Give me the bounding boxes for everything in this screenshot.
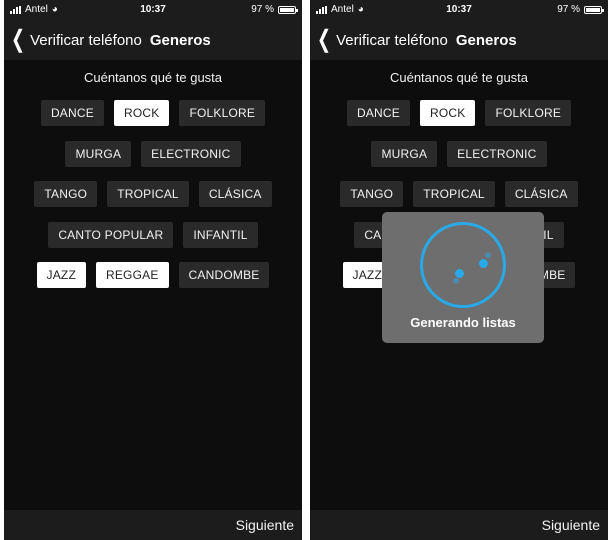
genre-chip-dance[interactable]: DANCE xyxy=(40,100,104,126)
genre-chip-clasica[interactable]: CLÁSICA xyxy=(198,181,272,207)
page-title: Generos xyxy=(149,31,211,49)
genre-chip-folklore[interactable]: FOLKLORE xyxy=(179,100,266,126)
navigation-bar: ❮ Verificar teléfono Generos xyxy=(4,20,302,60)
genre-chip-clasica[interactable]: CLÁSICA xyxy=(504,181,578,207)
genre-chip-murga[interactable]: MURGA xyxy=(371,141,438,167)
genre-chip-tango[interactable]: TANGO xyxy=(340,181,404,207)
chevron-left-icon: ❮ xyxy=(11,26,26,53)
status-bar: Antel ◕ 10:37 97 % xyxy=(310,0,608,20)
loading-label: Generando listas xyxy=(410,315,516,330)
genre-chip-folklore[interactable]: FOLKLORE xyxy=(485,100,572,126)
genre-chip-tropical[interactable]: TROPICAL xyxy=(107,181,189,207)
back-label: Verificar teléfono xyxy=(336,31,448,49)
genre-chip-candombe[interactable]: CANDOMBE xyxy=(178,262,270,288)
prompt-text: Cuéntanos qué te gusta xyxy=(83,70,223,85)
next-button[interactable]: Siguiente xyxy=(4,510,302,540)
spinner-icon xyxy=(420,222,506,308)
genre-chip-rock[interactable]: ROCK xyxy=(419,100,476,126)
genre-screen-loading: Antel ◕ 10:37 97 % ❮ Verificar teléfono … xyxy=(310,0,608,540)
battery-percent: 97 % xyxy=(557,4,580,15)
chevron-left-icon: ❮ xyxy=(317,26,332,53)
genre-chip-jazz[interactable]: JAZZ xyxy=(36,262,86,288)
genre-chip-tango[interactable]: TANGO xyxy=(34,181,98,207)
genre-chip-rock[interactable]: ROCK xyxy=(113,100,170,126)
genre-chip-canto-popular[interactable]: CANTO POPULAR xyxy=(48,222,174,248)
genre-chip-dance[interactable]: DANCE xyxy=(346,100,410,126)
status-bar: Antel ◕ 10:37 97 % xyxy=(4,0,302,20)
battery-percent: 97 % xyxy=(251,4,274,15)
battery-icon xyxy=(278,5,298,14)
loading-modal: Generando listas xyxy=(382,212,544,343)
genre-chip-reggae[interactable]: REGGAE xyxy=(95,262,169,288)
genre-chip-tropical[interactable]: TROPICAL xyxy=(413,181,495,207)
genre-chip-murga[interactable]: MURGA xyxy=(65,141,132,167)
genre-chip-electronic[interactable]: ELECTRONIC xyxy=(141,141,241,167)
back-button[interactable]: ❮ Verificar teléfono xyxy=(4,28,142,52)
prompt-text: Cuéntanos qué te gusta xyxy=(389,70,529,85)
next-button[interactable]: Siguiente xyxy=(310,510,608,540)
genre-screen: Antel ◕ 10:37 97 % ❮ Verificar teléfono … xyxy=(4,0,302,540)
battery-icon xyxy=(584,5,604,14)
navigation-bar: ❮ Verificar teléfono Generos xyxy=(310,20,608,60)
back-label: Verificar teléfono xyxy=(30,31,142,49)
genre-chip-electronic[interactable]: ELECTRONIC xyxy=(447,141,547,167)
back-button[interactable]: ❮ Verificar teléfono xyxy=(310,28,448,52)
page-title: Generos xyxy=(455,31,517,49)
genre-chip-infantil[interactable]: INFANTIL xyxy=(183,222,258,248)
